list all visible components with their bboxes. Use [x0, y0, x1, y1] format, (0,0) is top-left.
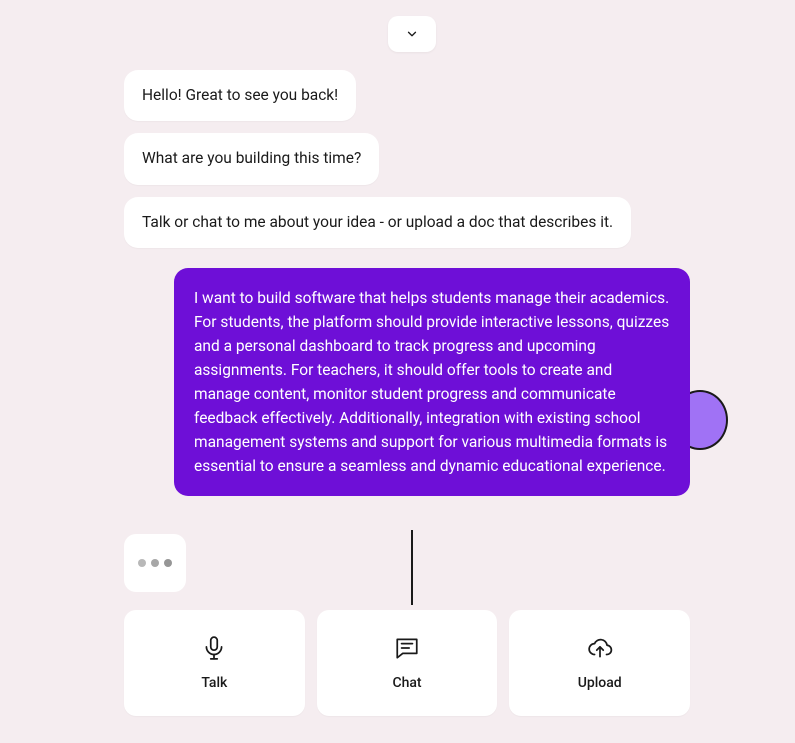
talk-button[interactable]: Talk — [124, 610, 305, 716]
collapse-button[interactable] — [388, 16, 436, 52]
chat-container: Hello! Great to see you back! What are y… — [124, 70, 690, 508]
chat-button[interactable]: Chat — [317, 610, 498, 716]
connector-line — [411, 530, 413, 605]
chat-icon — [394, 635, 420, 661]
microphone-icon — [201, 635, 227, 661]
upload-button[interactable]: Upload — [509, 610, 690, 716]
assistant-message: Talk or chat to me about your idea - or … — [124, 197, 631, 248]
assistant-message: Hello! Great to see you back! — [124, 70, 356, 121]
typing-dot-icon — [138, 559, 146, 567]
user-message: I want to build software that helps stud… — [174, 268, 690, 496]
action-label: Chat — [392, 675, 421, 691]
chevron-down-icon — [405, 27, 419, 41]
action-bar: Talk Chat Upload — [124, 610, 690, 716]
typing-dot-icon — [151, 559, 159, 567]
action-label: Upload — [578, 675, 622, 691]
assistant-message: What are you building this time? — [124, 133, 379, 184]
typing-dot-icon — [164, 559, 172, 567]
cloud-upload-icon — [586, 635, 614, 661]
action-label: Talk — [201, 675, 227, 691]
typing-indicator — [124, 534, 186, 592]
